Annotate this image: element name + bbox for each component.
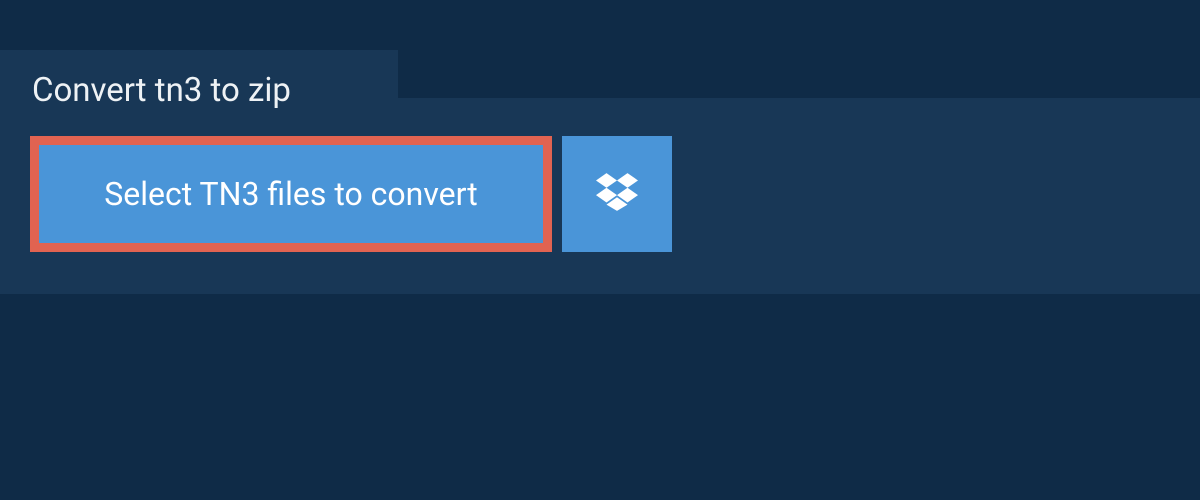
dropbox-button[interactable]: [562, 136, 672, 252]
tab-bar: Convert tn3 to zip: [0, 0, 1200, 98]
select-files-button[interactable]: Select TN3 files to convert: [30, 136, 552, 252]
tab-title: Convert tn3 to zip: [32, 71, 291, 110]
file-select-row: Select TN3 files to convert: [30, 136, 1170, 252]
select-files-label: Select TN3 files to convert: [104, 175, 477, 213]
dropbox-icon: [596, 171, 638, 217]
tab-convert[interactable]: Convert tn3 to zip: [0, 50, 398, 130]
